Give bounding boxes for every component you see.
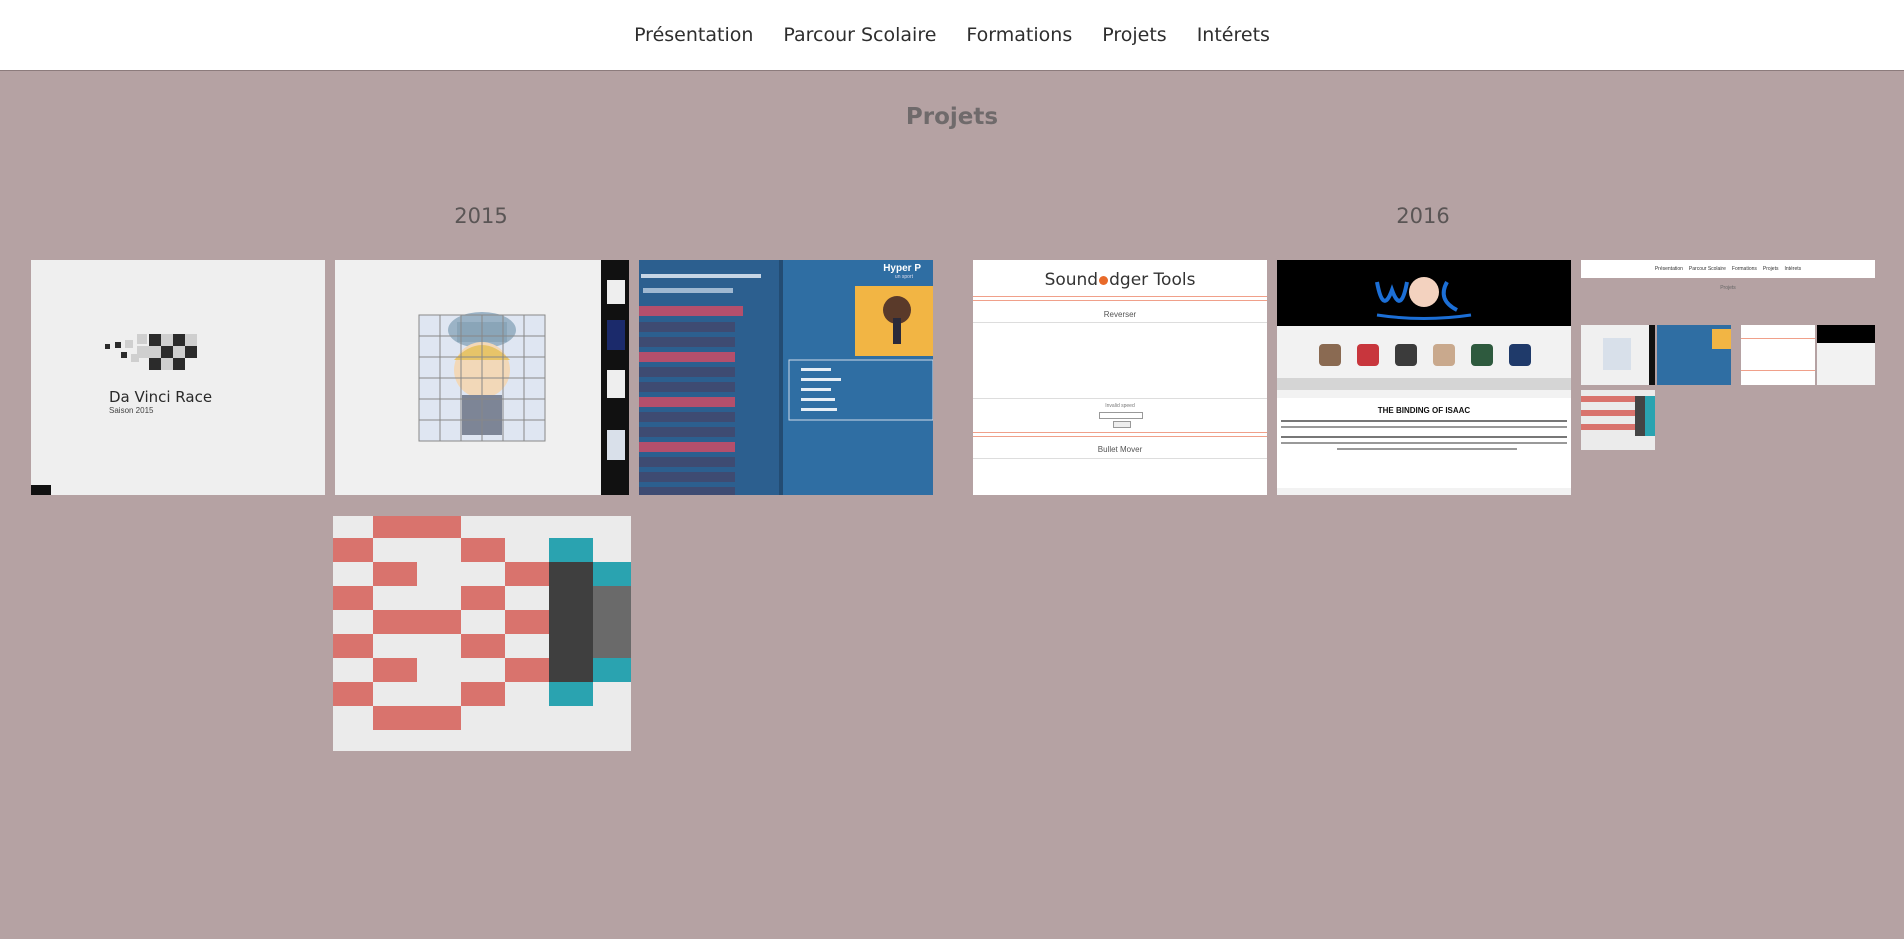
mini-title: Projets <box>1720 285 1736 291</box>
mini-nav-item: Formations <box>1731 266 1757 272</box>
bullet-mover-label: Bullet Mover <box>1097 445 1143 454</box>
project-thumb-soundodger[interactable]: Sound dger Tools Reverser Invalid speed B… <box>973 260 1267 495</box>
year-heading-2016: 2016 <box>1396 204 1450 228</box>
mini-divider <box>1741 338 1815 339</box>
divider <box>973 458 1267 459</box>
pixel-game-image <box>333 516 631 730</box>
project-thumb-binding-of-isaac[interactable]: THE BINDING OF ISAAC <box>1277 260 1571 495</box>
project-thumb-davinci-race[interactable]: Da Vinci Race Saison 2015 <box>31 260 325 495</box>
mini-stripe <box>1581 424 1635 430</box>
divider <box>973 296 1267 297</box>
mini-thumb-header <box>1817 325 1875 343</box>
divider <box>973 322 1267 323</box>
mini-block <box>1645 396 1655 436</box>
puzzle-character-image <box>418 260 629 495</box>
isaac-site-screenshot <box>1277 260 1571 488</box>
speed-input[interactable] <box>1099 412 1143 419</box>
mini-nav-item: Projets <box>1762 266 1779 272</box>
mini-nav-item: Intérets <box>1784 266 1802 272</box>
isaac-title: THE BINDING OF ISAAC <box>1377 406 1471 415</box>
divider <box>973 300 1267 301</box>
project-thumb-pixel-game[interactable] <box>333 516 631 751</box>
soundodger-title: Sound dger Tools <box>973 270 1267 290</box>
nav-parcour-scolaire[interactable]: Parcour Scolaire <box>783 24 936 46</box>
mini-nav-item: Parcour Scolaire <box>1688 266 1726 272</box>
submit-button[interactable] <box>1113 421 1131 428</box>
nav-interets[interactable]: Intérets <box>1197 24 1270 46</box>
divider <box>973 398 1267 399</box>
mini-block <box>1635 396 1645 436</box>
year-heading-2015: 2015 <box>454 204 508 228</box>
davinci-subtitle: Saison 2015 <box>109 406 154 415</box>
top-navigation: Présentation Parcour Scolaire Formations… <box>0 0 1904 71</box>
nav-projets[interactable]: Projets <box>1102 24 1166 46</box>
hyper-app-screenshot <box>639 260 933 495</box>
mini-thumb-image <box>1712 329 1731 349</box>
divider <box>973 436 1267 437</box>
mini-stripe <box>1581 410 1635 416</box>
project-thumb-puzzle[interactable] <box>335 260 629 495</box>
davinci-title: Da Vinci Race <box>109 388 213 406</box>
corner-badge <box>31 485 51 495</box>
mini-stripe <box>1581 396 1635 402</box>
nav-presentation[interactable]: Présentation <box>634 24 753 46</box>
soundodger-title-pre: Sound <box>1044 270 1099 290</box>
hyper-heading: Hyper P <box>883 263 921 274</box>
speed-field-label: Invalid speed <box>1105 403 1135 409</box>
orange-dot-icon <box>1099 275 1109 285</box>
mini-divider <box>1741 370 1815 371</box>
mini-thumb <box>1741 325 1815 385</box>
reverser-label: Reverser <box>1103 310 1137 319</box>
page-title: Projets <box>905 104 999 130</box>
hyper-sub: un sport <box>894 274 913 280</box>
project-thumb-hyper-p[interactable]: Hyper P un sport <box>639 260 933 495</box>
nav-formations[interactable]: Formations <box>966 24 1072 46</box>
soundodger-title-post: dger Tools <box>1109 270 1196 290</box>
mini-nav: Présentation Parcour Scolaire Formations… <box>1581 260 1875 278</box>
mini-nav-item: Présentation <box>1654 266 1683 272</box>
mini-thumb-edge <box>1649 325 1655 385</box>
divider <box>973 432 1267 433</box>
mini-thumb-image <box>1603 338 1631 370</box>
project-thumb-portfolio[interactable]: Présentation Parcour Scolaire Formations… <box>1581 260 1875 450</box>
